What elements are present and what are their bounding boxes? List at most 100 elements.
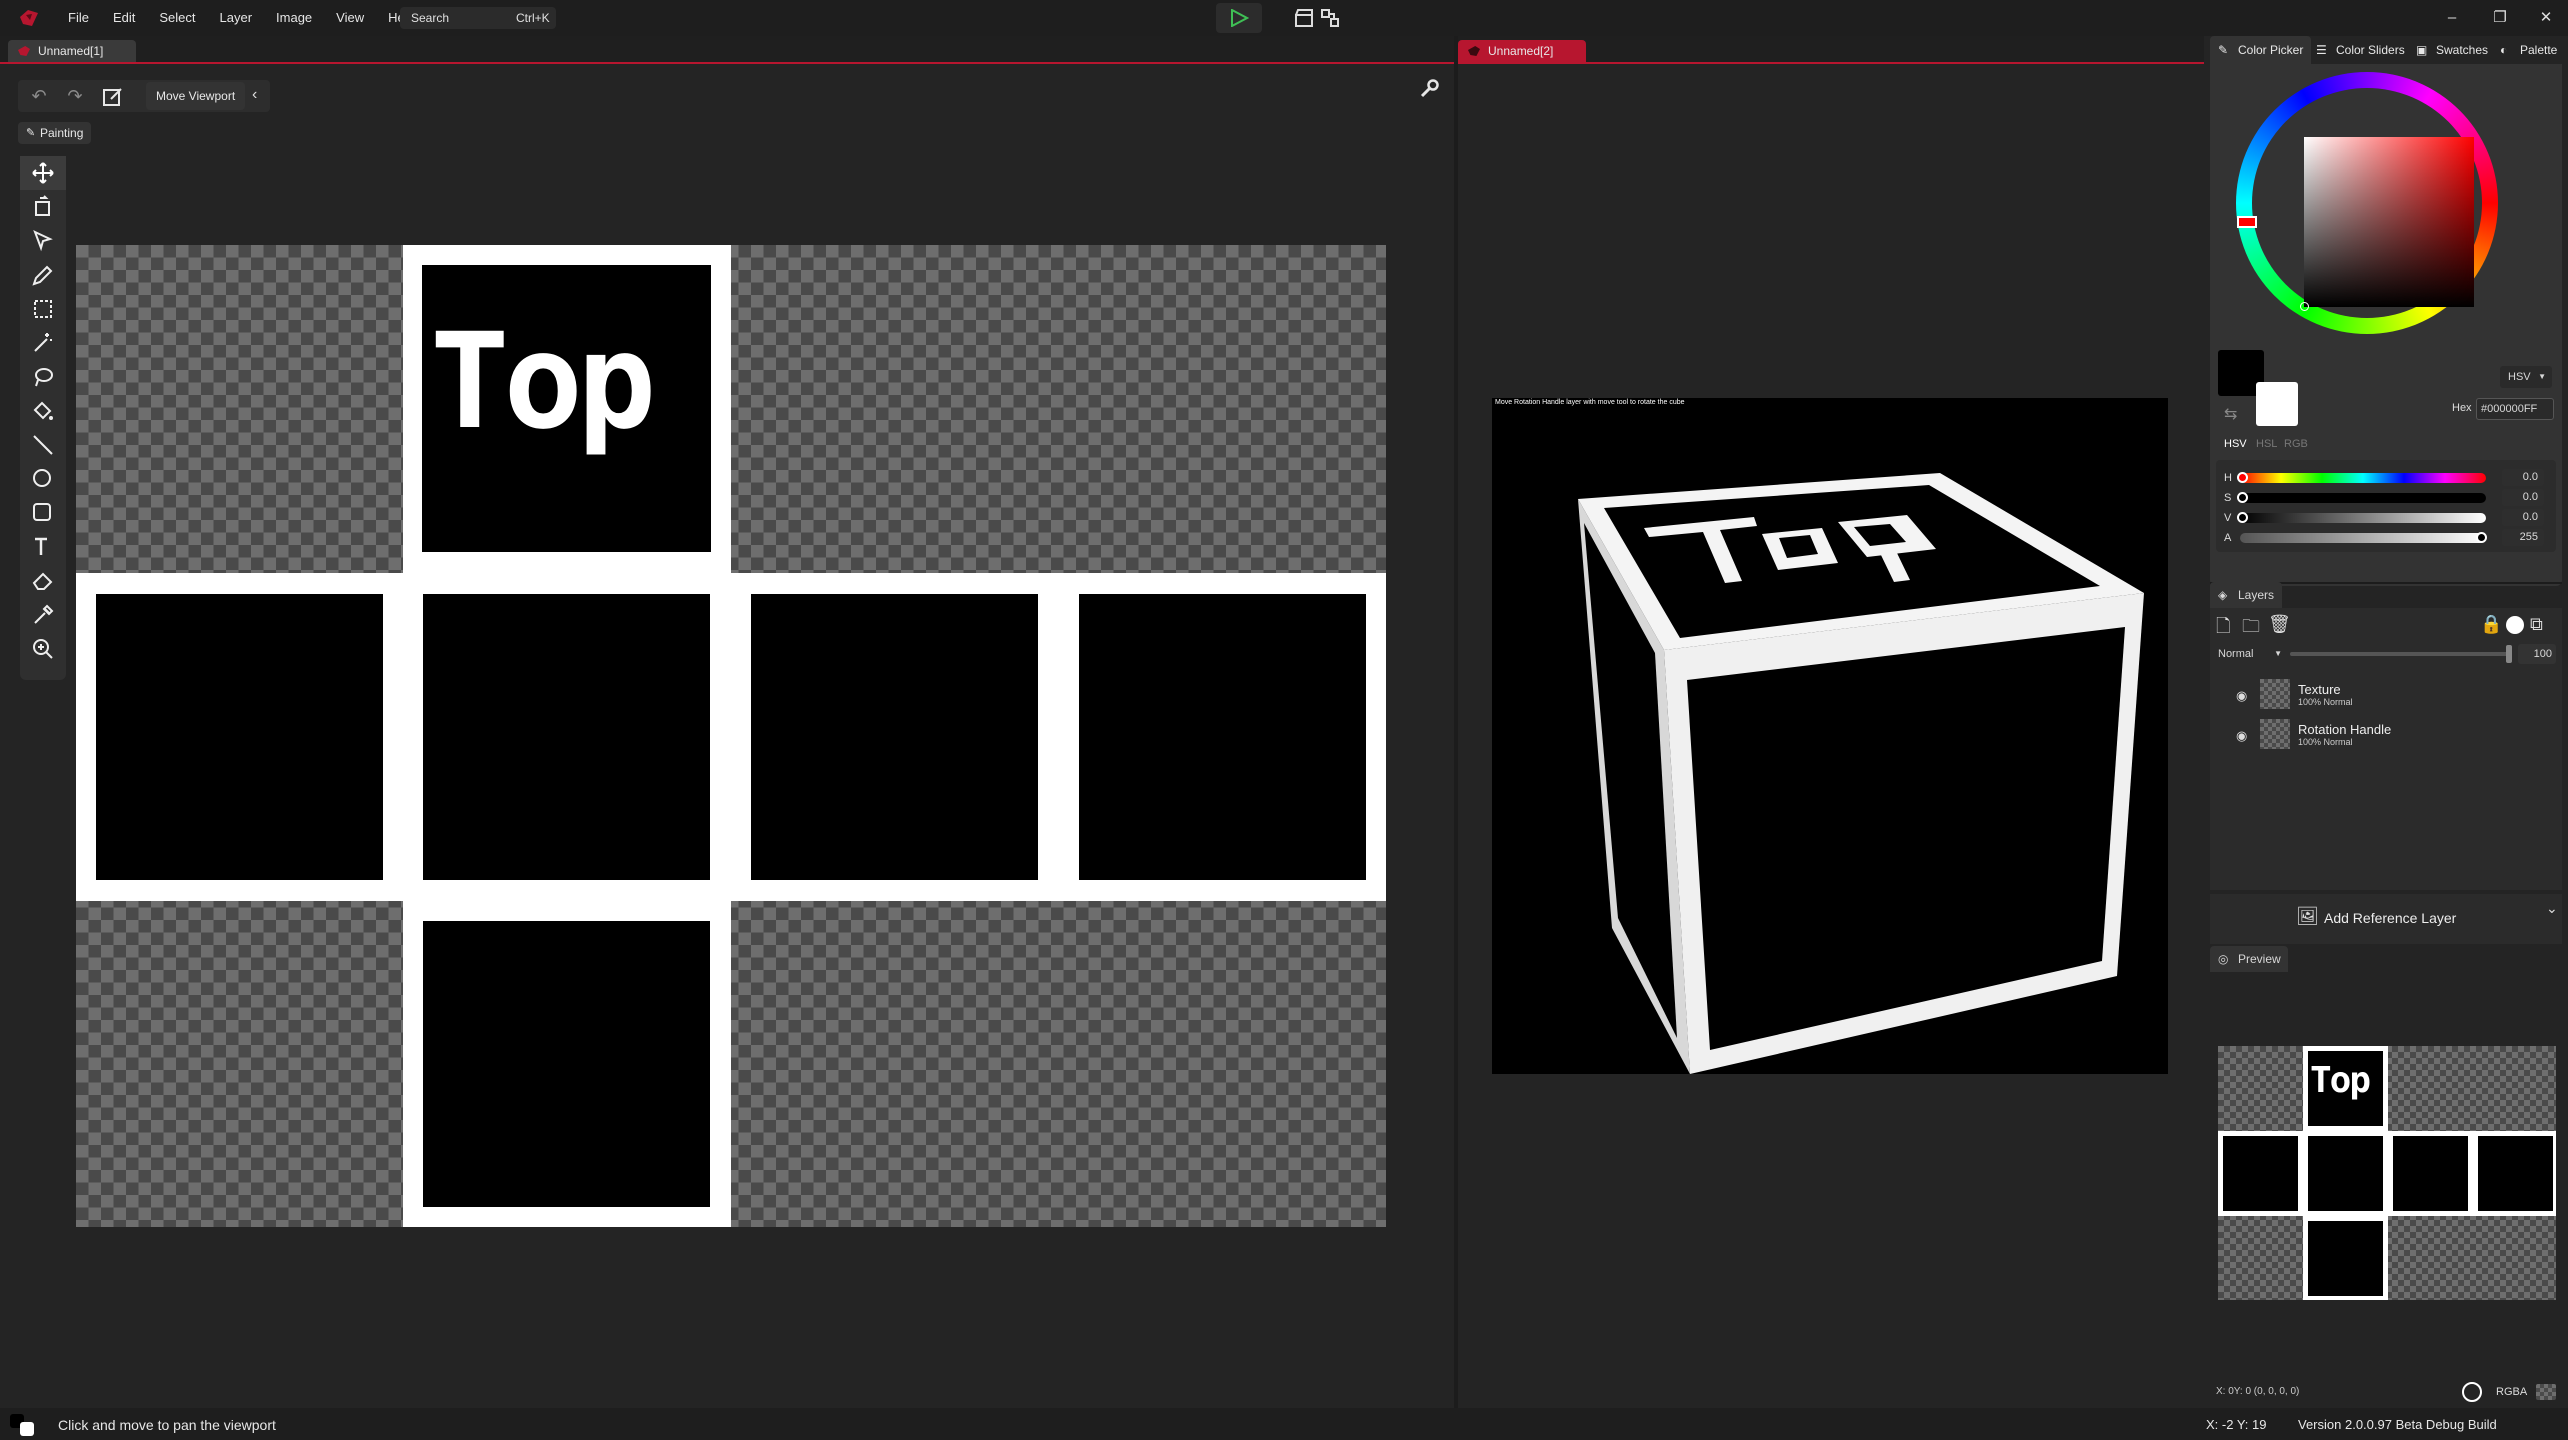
menu-file[interactable]: File bbox=[56, 0, 101, 36]
move-tool[interactable] bbox=[20, 156, 66, 190]
tab-color-sliders[interactable]: ☰ Color Sliders bbox=[2308, 36, 2413, 64]
eye-icon[interactable]: ◉ bbox=[2236, 688, 2254, 703]
blend-mode-select[interactable]: Normal ▼ bbox=[2216, 644, 2282, 664]
opacity-slider-handle[interactable] bbox=[2506, 645, 2512, 663]
chevron-left-icon[interactable]: ‹ bbox=[252, 86, 257, 104]
layer-thumbnail bbox=[2260, 679, 2290, 709]
rotate-tool[interactable] bbox=[20, 190, 66, 224]
mask-icon[interactable] bbox=[2506, 616, 2524, 634]
menu-image[interactable]: Image bbox=[264, 0, 324, 36]
sv-handle[interactable] bbox=[2300, 302, 2309, 311]
move-viewport-label: Move Viewport bbox=[146, 82, 246, 110]
ellipse-tool[interactable] bbox=[20, 462, 66, 496]
alpha-slider[interactable] bbox=[2240, 533, 2486, 543]
menu-select[interactable]: Select bbox=[147, 0, 207, 36]
rotate-icon bbox=[35, 195, 50, 216]
rect-select-tool[interactable] bbox=[20, 292, 66, 326]
value-slider-handle[interactable] bbox=[2237, 512, 2248, 523]
cube-render-viewport[interactable]: Move Rotation Handle layer with move too… bbox=[1492, 398, 2168, 1074]
tab-unnamed-1[interactable]: Unnamed[1] bbox=[8, 40, 136, 62]
secondary-color-swatch[interactable] bbox=[2256, 382, 2298, 426]
chevron-down-icon[interactable]: ⌄ bbox=[2546, 900, 2558, 917]
color-mode-select[interactable]: HSV ▼ bbox=[2500, 366, 2552, 388]
redo-button[interactable]: ↷ bbox=[60, 81, 90, 111]
play-button[interactable] bbox=[1216, 3, 1262, 33]
tab-layers[interactable]: ◈ Layers bbox=[2210, 582, 2282, 608]
layer-row-rotation-handle[interactable]: ◉ Rotation Handle 100% Normal bbox=[2236, 714, 2542, 754]
menu-layer[interactable]: Layer bbox=[208, 0, 265, 36]
transparency-swatch[interactable] bbox=[2536, 1384, 2556, 1400]
line-tool[interactable] bbox=[20, 428, 66, 462]
maximize-button[interactable]: ❐ bbox=[2476, 0, 2524, 36]
marquee-icon bbox=[34, 300, 52, 318]
tab-unnamed-2[interactable]: Unnamed[2] bbox=[1458, 40, 1586, 62]
net-face-top: Top bbox=[422, 265, 711, 552]
minimize-button[interactable]: – bbox=[2428, 0, 2476, 36]
tab-palette[interactable]: ◐ Palette bbox=[2492, 36, 2565, 64]
edit-icon[interactable] bbox=[102, 86, 124, 108]
magic-wand-tool[interactable] bbox=[20, 326, 66, 360]
color-mode-indicator-icon[interactable] bbox=[2462, 1382, 2482, 1402]
eyedropper-tool[interactable] bbox=[20, 598, 66, 632]
slider-v-value[interactable]: 0.0 bbox=[2502, 509, 2544, 526]
add-reference-layer-button[interactable]: 🖼 Add Reference Layer bbox=[2210, 894, 2562, 944]
saturation-slider[interactable] bbox=[2240, 493, 2486, 503]
slider-s-value[interactable]: 0.0 bbox=[2502, 489, 2544, 506]
eraser-tool[interactable] bbox=[20, 564, 66, 598]
new-layer-icon[interactable]: 🗋 bbox=[2216, 614, 2230, 644]
painting-mode-badge[interactable]: ✎ Painting bbox=[18, 122, 92, 144]
add-reference-label: Add Reference Layer bbox=[2324, 910, 2457, 926]
clapper-icon[interactable] bbox=[1294, 8, 1314, 28]
cursor-coordinates: X: -2 Y: 19 bbox=[2206, 1417, 2267, 1432]
alpha-slider-handle[interactable] bbox=[2476, 532, 2487, 543]
wrench-icon[interactable] bbox=[1418, 78, 1440, 100]
opacity-input[interactable]: 100 bbox=[2518, 644, 2556, 664]
lock-icon[interactable]: 🔒 bbox=[2480, 614, 2502, 635]
slider-h-value[interactable]: 0.0 bbox=[2502, 469, 2544, 486]
fill-tool[interactable] bbox=[20, 394, 66, 428]
tab-rgb[interactable]: RGB bbox=[2284, 438, 2308, 450]
tab-swatches[interactable]: ▣ Swatches bbox=[2408, 36, 2496, 64]
zoom-icon bbox=[33, 639, 53, 659]
layer-row-texture[interactable]: ◉ Texture 100% Normal bbox=[2236, 674, 2542, 714]
delete-layer-icon[interactable]: 🗑 bbox=[2268, 614, 2291, 635]
slider-a-value[interactable]: 255 bbox=[2502, 529, 2544, 546]
new-folder-icon[interactable]: 🗀 bbox=[2242, 614, 2260, 644]
cursor-icon bbox=[33, 230, 53, 252]
rectangle-tool[interactable] bbox=[20, 496, 66, 530]
undo-button[interactable]: ↶ bbox=[24, 81, 54, 111]
node-graph-icon[interactable] bbox=[1320, 8, 1340, 28]
hue-slider[interactable] bbox=[2240, 473, 2486, 483]
close-button[interactable]: ✕ bbox=[2522, 0, 2568, 36]
tab-underline bbox=[1458, 62, 2204, 64]
tab-hsv[interactable]: HSV bbox=[2224, 438, 2247, 450]
lasso-icon bbox=[35, 368, 53, 387]
tab-preview[interactable]: ◎ Preview bbox=[2210, 946, 2288, 972]
pen-tool[interactable] bbox=[20, 258, 66, 292]
drawing-canvas[interactable]: Top bbox=[76, 245, 1386, 1227]
tab-label: Color Picker bbox=[2238, 43, 2304, 57]
text-tool[interactable] bbox=[20, 530, 66, 564]
merge-icon[interactable]: ⧉ bbox=[2530, 614, 2543, 635]
menu-view[interactable]: View bbox=[324, 0, 376, 36]
tab-hsl[interactable]: HSL bbox=[2256, 438, 2277, 450]
search-label: Search bbox=[411, 11, 450, 25]
layer-name: Texture bbox=[2298, 681, 2341, 697]
viewport-splitter[interactable] bbox=[1454, 36, 1458, 1408]
saturation-slider-handle[interactable] bbox=[2237, 492, 2248, 503]
menu-edit[interactable]: Edit bbox=[101, 0, 147, 36]
value-slider[interactable] bbox=[2240, 513, 2486, 523]
status-secondary-swatch[interactable] bbox=[20, 1422, 34, 1436]
zoom-tool[interactable] bbox=[20, 632, 66, 666]
hue-handle[interactable] bbox=[2237, 216, 2257, 228]
saturation-value-square[interactable] bbox=[2304, 137, 2474, 307]
eye-icon[interactable]: ◉ bbox=[2236, 728, 2254, 743]
menu-bar: File Edit Select Layer Image View Help D… bbox=[0, 0, 2568, 36]
lasso-tool[interactable] bbox=[20, 360, 66, 394]
tab-color-picker[interactable]: ✎ Color Picker bbox=[2210, 36, 2312, 64]
select-tool[interactable] bbox=[20, 224, 66, 258]
swap-colors-icon[interactable]: ⇆ bbox=[2224, 404, 2237, 424]
hue-slider-handle[interactable] bbox=[2237, 472, 2248, 483]
opacity-slider[interactable] bbox=[2290, 652, 2510, 656]
hex-input[interactable]: #000000FF bbox=[2476, 398, 2554, 420]
